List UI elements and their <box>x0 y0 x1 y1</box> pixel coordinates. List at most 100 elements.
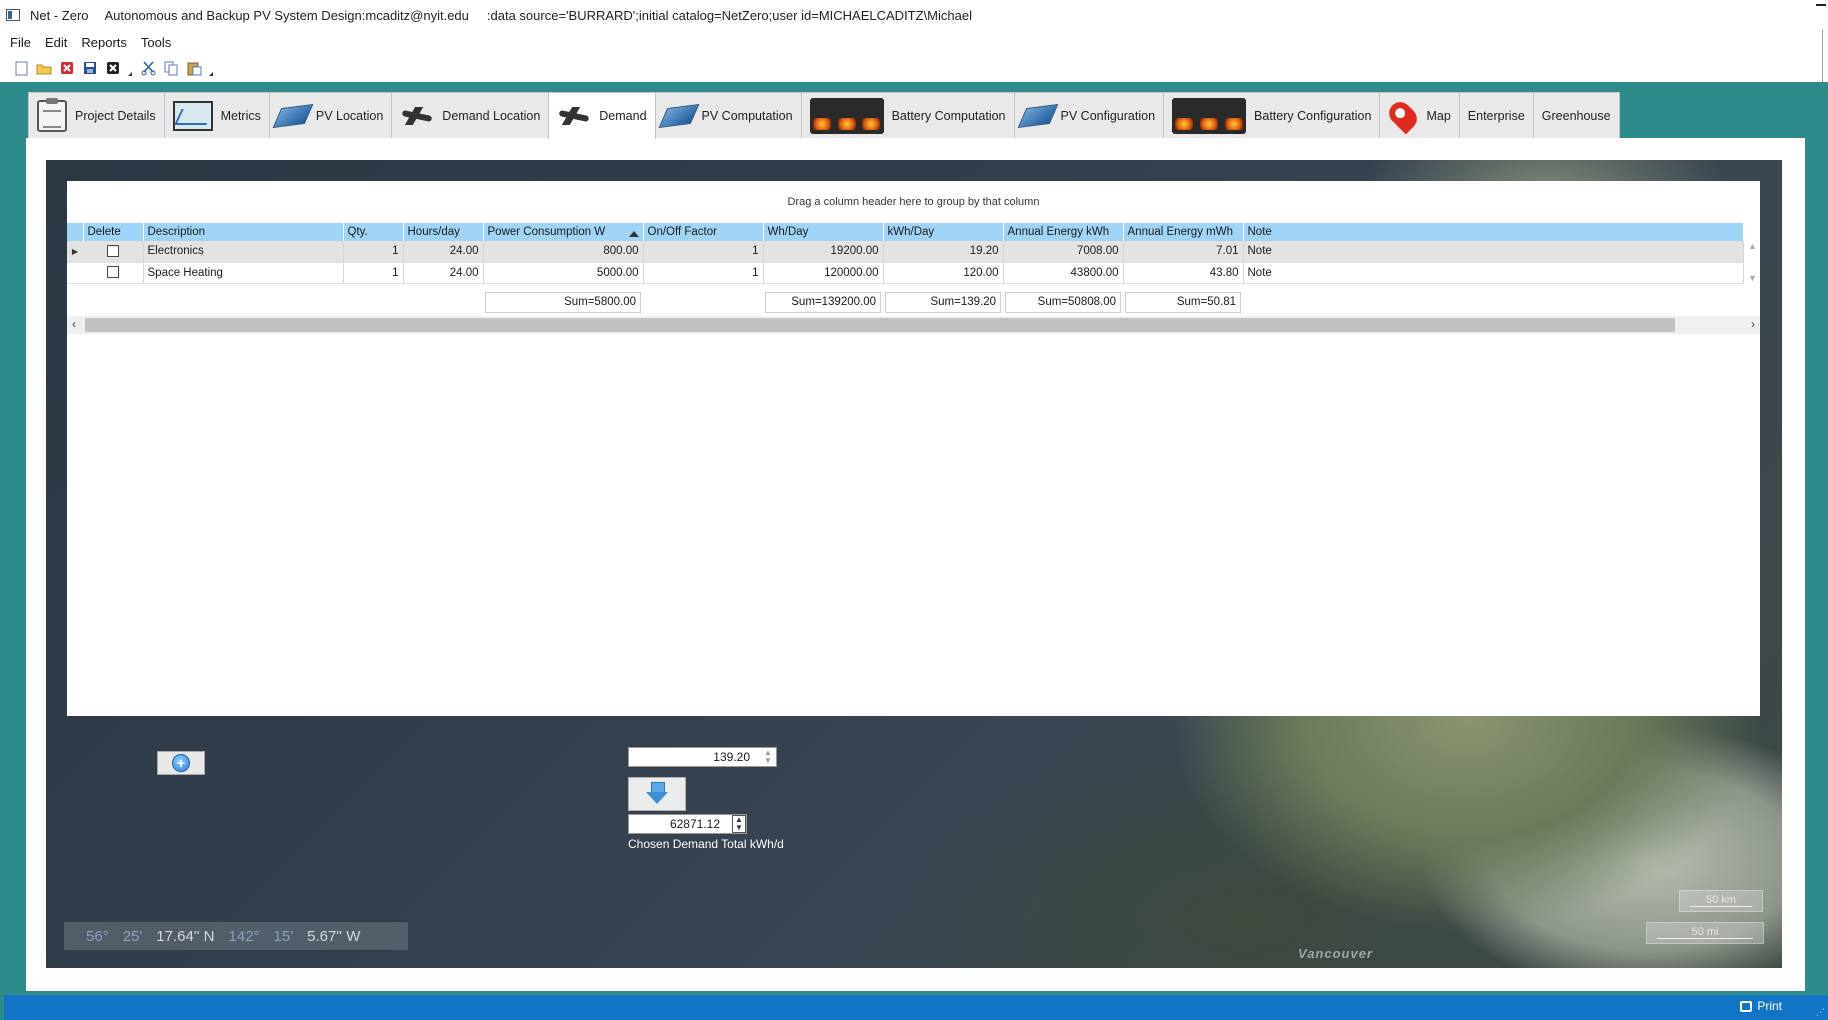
tab-label: Demand Location <box>442 108 541 123</box>
tab-demand-location[interactable]: Demand Location <box>391 92 550 138</box>
column-header-annual-mwh[interactable]: Annual Energy mWh <box>1123 223 1244 241</box>
demand-total-value[interactable]: 139.20 <box>713 750 750 764</box>
lat-minutes: 25' <box>122 927 143 945</box>
column-header-description[interactable]: Description <box>143 223 344 241</box>
horizontal-scrollbar[interactable]: ‹ › <box>67 316 1760 334</box>
paste-icon[interactable] <box>185 59 203 77</box>
kwh-day-cell[interactable]: 120.00 <box>883 262 1004 284</box>
tab-enterprise[interactable]: Enterprise <box>1458 92 1534 138</box>
menu-reports[interactable]: Reports <box>81 35 127 50</box>
demand-total-spinner[interactable]: 139.20 ▲ ▼ <box>628 747 777 767</box>
status-bar: Print ⋰ <box>4 995 1828 1020</box>
add-row-button[interactable]: + <box>157 751 205 775</box>
wh-day-cell[interactable]: 19200.00 <box>763 241 884 263</box>
column-header-annual-kwh[interactable]: Annual Energy kWh <box>1003 223 1124 241</box>
cut-icon[interactable] <box>139 59 157 77</box>
scrollbar-thumb[interactable] <box>85 318 1675 332</box>
copy-icon[interactable] <box>162 59 180 77</box>
note-cell[interactable]: Note <box>1243 241 1744 263</box>
toolbar-overflow-icon-2[interactable] <box>208 60 214 76</box>
minimize-button[interactable] <box>1816 4 1826 18</box>
battery-bank-icon <box>1172 97 1247 134</box>
menu-tools[interactable]: Tools <box>141 35 171 50</box>
wh-day-cell[interactable]: 120000.00 <box>763 262 884 284</box>
factor-cell[interactable]: 1 <box>643 241 764 263</box>
spinner-arrows-icon[interactable]: ▲ ▼ <box>732 815 746 833</box>
tab-metrics[interactable]: Metrics <box>163 92 270 138</box>
qty-cell[interactable]: 1 <box>343 262 404 284</box>
factor-cell[interactable]: 1 <box>643 262 764 284</box>
close-icon[interactable] <box>104 59 122 77</box>
power-cell[interactable]: 800.00 <box>483 241 644 263</box>
resize-grip-icon[interactable]: ⋰ <box>1816 1007 1825 1018</box>
print-label: Print <box>1757 999 1782 1013</box>
column-header-power[interactable]: Power Consumption W <box>483 223 644 241</box>
column-header-hours[interactable]: Hours/day <box>403 223 484 241</box>
tab-project-details[interactable]: Project Details <box>28 92 165 138</box>
table-row[interactable]: ▶ Electronics 1 24.00 800.00 1 19200.00 … <box>67 241 1744 263</box>
chosen-demand-value[interactable]: 62871.12 <box>670 817 720 831</box>
toolbar <box>0 54 1828 82</box>
spinner-arrows-icon[interactable]: ▲ ▼ <box>763 749 773 765</box>
power-cell[interactable]: 5000.00 <box>483 262 644 284</box>
tab-pv-configuration[interactable]: PV Configuration <box>1013 92 1165 138</box>
delete-checkbox[interactable] <box>106 245 119 258</box>
menu-file[interactable]: File <box>10 35 31 50</box>
aircraft-icon <box>400 107 434 125</box>
lon-minutes: 15' <box>273 927 294 945</box>
new-icon[interactable] <box>12 59 30 77</box>
tab-pv-location[interactable]: PV Location <box>268 92 393 138</box>
tab-pv-computation[interactable]: PV Computation <box>654 92 802 138</box>
open-folder-icon[interactable] <box>35 59 53 77</box>
lon-seconds: 5.67'' W <box>307 927 361 945</box>
scroll-left-icon[interactable]: ‹ <box>72 317 76 331</box>
column-header-wh-day[interactable]: Wh/Day <box>763 223 884 241</box>
tab-battery-computation[interactable]: Battery Computation <box>800 92 1015 138</box>
scroll-down-icon[interactable]: ▼ <box>1748 273 1757 283</box>
annual-kwh-cell[interactable]: 7008.00 <box>1003 241 1124 263</box>
annual-mwh-cell[interactable]: 7.01 <box>1123 241 1244 263</box>
tab-label: Enterprise <box>1467 108 1525 123</box>
app-title: Net - Zero <box>30 7 89 23</box>
scroll-right-icon[interactable]: › <box>1751 317 1755 331</box>
kwh-day-cell[interactable]: 19.20 <box>883 241 1004 263</box>
table-row[interactable]: Space Heating 1 24.00 5000.00 1 120000.0… <box>67 262 1744 284</box>
delete-icon[interactable] <box>58 59 76 77</box>
annual-kwh-cell[interactable]: 43800.00 <box>1003 262 1124 284</box>
menu-edit[interactable]: Edit <box>45 35 67 50</box>
hours-cell[interactable]: 24.00 <box>403 262 484 284</box>
group-panel-hint[interactable]: Drag a column header here to group by th… <box>67 196 1760 208</box>
tab-map[interactable]: Map <box>1379 92 1460 138</box>
tab-label: Metrics <box>220 108 261 123</box>
column-header-note[interactable]: Note <box>1243 223 1744 241</box>
tab-greenhouse[interactable]: Greenhouse <box>1532 92 1620 138</box>
save-icon[interactable] <box>81 59 99 77</box>
column-header-qty[interactable]: Qty. <box>343 223 404 241</box>
column-header-factor[interactable]: On/Off Factor <box>643 223 764 241</box>
vertical-scrollbar[interactable]: ▲ ▼ <box>1745 241 1760 283</box>
scale-km: 50 km <box>1679 890 1763 912</box>
hours-cell[interactable]: 24.00 <box>403 241 484 263</box>
description-cell[interactable]: Electronics <box>143 241 344 263</box>
sum-wh-day: Sum=139200.00 <box>765 292 881 313</box>
toolbar-overflow-icon[interactable] <box>127 60 133 76</box>
chosen-demand-spinner[interactable]: 62871.12 ▲ ▼ <box>628 814 747 834</box>
map-pin-icon <box>1385 97 1422 134</box>
transfer-down-button[interactable] <box>628 777 686 811</box>
qty-cell[interactable]: 1 <box>343 241 404 263</box>
description-cell[interactable]: Space Heating <box>143 262 344 284</box>
note-cell[interactable]: Note <box>1243 262 1744 284</box>
annual-mwh-cell[interactable]: 43.80 <box>1123 262 1244 284</box>
column-header-delete[interactable]: Delete <box>83 223 144 241</box>
delete-checkbox[interactable] <box>106 266 119 279</box>
sum-power: Sum=5800.00 <box>485 292 641 313</box>
tab-demand[interactable]: Demand <box>548 92 656 139</box>
chart-monitor-icon <box>172 100 213 131</box>
print-button[interactable]: Print <box>1740 999 1782 1013</box>
lat-seconds: 17.64'' N <box>156 927 215 945</box>
scale-mi: 50 mi <box>1646 922 1764 944</box>
column-header-kwh-day[interactable]: kWh/Day <box>883 223 1004 241</box>
scroll-up-icon[interactable]: ▲ <box>1748 241 1757 251</box>
tab-battery-configuration[interactable]: Battery Configuration <box>1163 92 1381 138</box>
tab-label: Map <box>1426 108 1451 123</box>
